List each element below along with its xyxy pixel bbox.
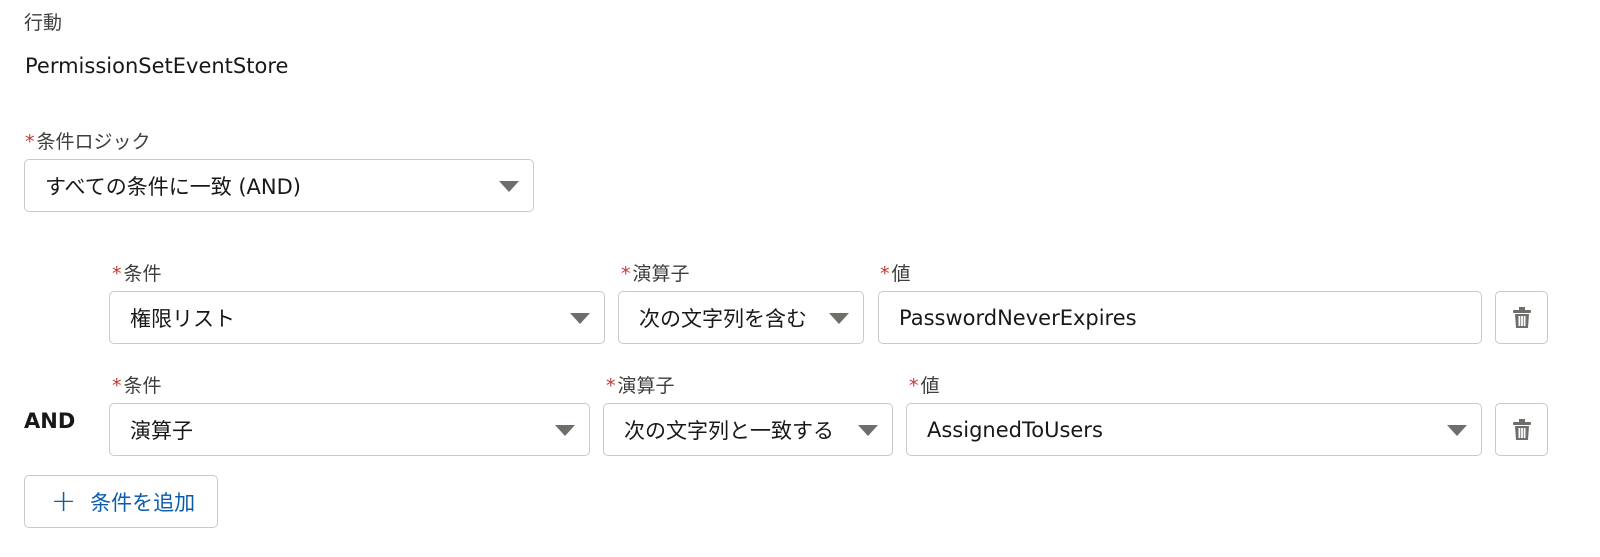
condition-1-field-value: 権限リスト bbox=[130, 306, 235, 331]
condition-logic-select[interactable]: すべての条件に一致 (AND) bbox=[24, 159, 534, 212]
condition-2-connector: AND bbox=[24, 409, 76, 433]
chevron-down-icon bbox=[555, 424, 575, 436]
condition-2-operator-select[interactable]: 次の文字列と一致する bbox=[603, 403, 893, 456]
trash-icon bbox=[1512, 306, 1531, 328]
chevron-down-icon bbox=[858, 424, 878, 436]
condition-2-value-label: * 値 bbox=[909, 375, 940, 397]
chevron-down-icon bbox=[829, 312, 849, 324]
add-condition-button[interactable]: + 条件を追加 bbox=[24, 475, 219, 528]
required-asterisk: * bbox=[880, 263, 890, 285]
condition-1-value-input[interactable]: PasswordNeverExpires bbox=[878, 291, 1482, 344]
action-value: PermissionSetEventStore bbox=[25, 54, 289, 78]
required-asterisk: * bbox=[621, 263, 631, 285]
plus-icon: + bbox=[51, 483, 77, 519]
condition-1-field-select[interactable]: 権限リスト bbox=[109, 291, 605, 344]
required-asterisk: * bbox=[25, 131, 35, 153]
condition-2-operator-value: 次の文字列と一致する bbox=[624, 418, 834, 443]
condition-1-operator-select[interactable]: 次の文字列を含む bbox=[618, 291, 864, 344]
required-asterisk: * bbox=[606, 375, 616, 397]
condition-1-operator-value: 次の文字列を含む bbox=[639, 306, 807, 331]
condition-2-delete-button[interactable] bbox=[1495, 403, 1548, 456]
condition-2-value-select[interactable]: AssignedToUsers bbox=[906, 403, 1482, 456]
chevron-down-icon bbox=[499, 180, 519, 192]
required-asterisk: * bbox=[112, 375, 122, 397]
condition-logic-selected: すべての条件に一致 (AND) bbox=[45, 174, 301, 199]
condition-2-value-text: AssignedToUsers bbox=[927, 417, 1103, 442]
condition-2-field-value: 演算子 bbox=[130, 418, 193, 443]
chevron-down-icon bbox=[570, 312, 590, 324]
trash-icon bbox=[1512, 418, 1531, 440]
condition-2-field-label: * 条件 bbox=[112, 375, 162, 397]
chevron-down-icon bbox=[1447, 424, 1467, 436]
action-label: 行動 bbox=[24, 12, 63, 34]
condition-1-operator-label: * 演算子 bbox=[621, 263, 690, 285]
condition-1-value-label: * 値 bbox=[880, 263, 911, 285]
condition-2-field-select[interactable]: 演算子 bbox=[109, 403, 590, 456]
condition-1-delete-button[interactable] bbox=[1495, 291, 1548, 344]
condition-1-field-label: * 条件 bbox=[112, 263, 162, 285]
condition-1-value-text: PasswordNeverExpires bbox=[899, 305, 1137, 330]
condition-2-operator-label: * 演算子 bbox=[606, 375, 675, 397]
condition-logic-label: * 条件ロジック bbox=[25, 131, 151, 153]
required-asterisk: * bbox=[909, 375, 919, 397]
add-condition-label: 条件を追加 bbox=[90, 490, 196, 515]
required-asterisk: * bbox=[112, 263, 122, 285]
